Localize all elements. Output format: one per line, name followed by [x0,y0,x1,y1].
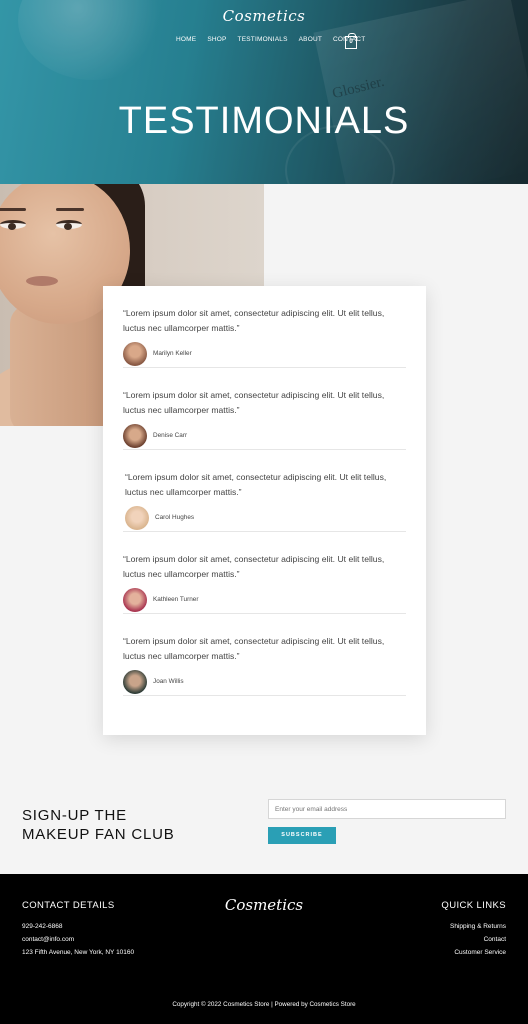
cart-icon[interactable]: 0 [345,33,357,49]
signup-heading: SIGN-UP THE MAKEUP FAN CLUB [22,806,175,844]
testimonial-quote: “Lorem ipsum dolor sit amet, consectetur… [125,472,387,497]
hero-banner: Glossier. Cosmetics HOME SHOP TESTIMONIA… [0,0,528,184]
portrait-eye [56,220,82,230]
subscribe-button[interactable]: SUBSCRIBE [268,827,336,844]
testimonials-card: “Lorem ipsum dolor sit amet, consectetur… [103,286,426,735]
testimonial-quote: “Lorem ipsum dolor sit amet, consectetur… [123,390,385,415]
site-logo[interactable]: Cosmetics [0,7,528,25]
nav-home[interactable]: HOME [176,36,196,43]
testimonial-item: “Lorem ipsum dolor sit amet, consectetur… [123,614,406,696]
portrait-brow [0,208,26,211]
site-footer: CONTACT DETAILS 929-242-6868 contact@inf… [0,874,528,1024]
footer-link-contact[interactable]: Contact [484,936,506,943]
testimonial-item: “Lorem ipsum dolor sit amet, consectetur… [123,368,406,450]
testimonial-quote: “Lorem ipsum dolor sit amet, consectetur… [123,554,385,579]
testimonial-item: “Lorem ipsum dolor sit amet, consectetur… [123,450,406,532]
testimonial-author: Carol Hughes [155,514,195,521]
contact-phone[interactable]: 929-242-6868 [22,923,62,930]
portrait-eye [0,220,26,230]
testimonial-quote: “Lorem ipsum dolor sit amet, consectetur… [123,636,385,661]
testimonial-author: Kathleen Turner [153,596,199,603]
testimonial-author: Denise Carr [153,432,188,439]
page-title: TESTIMONIALS [118,100,410,142]
nav-about[interactable]: ABOUT [299,36,322,43]
contact-email[interactable]: contact@info.com [22,936,74,943]
testimonial-author: Marilyn Keller [153,350,192,357]
testimonial-item: “Lorem ipsum dolor sit amet, consectetur… [123,286,406,368]
nav-testimonials[interactable]: TESTIMONIALS [238,36,288,43]
email-input[interactable] [268,799,506,819]
quick-links-heading: QUICK LINKS [441,900,506,911]
avatar [123,424,147,448]
portrait-brow [56,208,84,211]
hero-overlay [0,0,528,184]
avatar [123,670,147,694]
nav-shop[interactable]: SHOP [207,36,226,43]
avatar [123,342,147,366]
footer-link-customer-service[interactable]: Customer Service [454,949,506,956]
contact-address: 123 Fifth Avenue, New York, NY 10160 [22,949,135,956]
testimonial-author: Joan Willis [153,678,184,685]
footer-link-shipping[interactable]: Shipping & Returns [450,923,506,930]
avatar [123,588,147,612]
testimonial-item: “Lorem ipsum dolor sit amet, consectetur… [123,532,406,614]
copyright-text: Copyright © 2022 Cosmetics Store | Power… [172,1001,356,1008]
testimonial-quote: “Lorem ipsum dolor sit amet, consectetur… [123,308,385,333]
portrait-lips [26,276,58,286]
signup-heading-line2: MAKEUP FAN CLUB [22,826,175,843]
signup-heading-line1: SIGN-UP THE [22,807,127,824]
avatar [125,506,149,530]
